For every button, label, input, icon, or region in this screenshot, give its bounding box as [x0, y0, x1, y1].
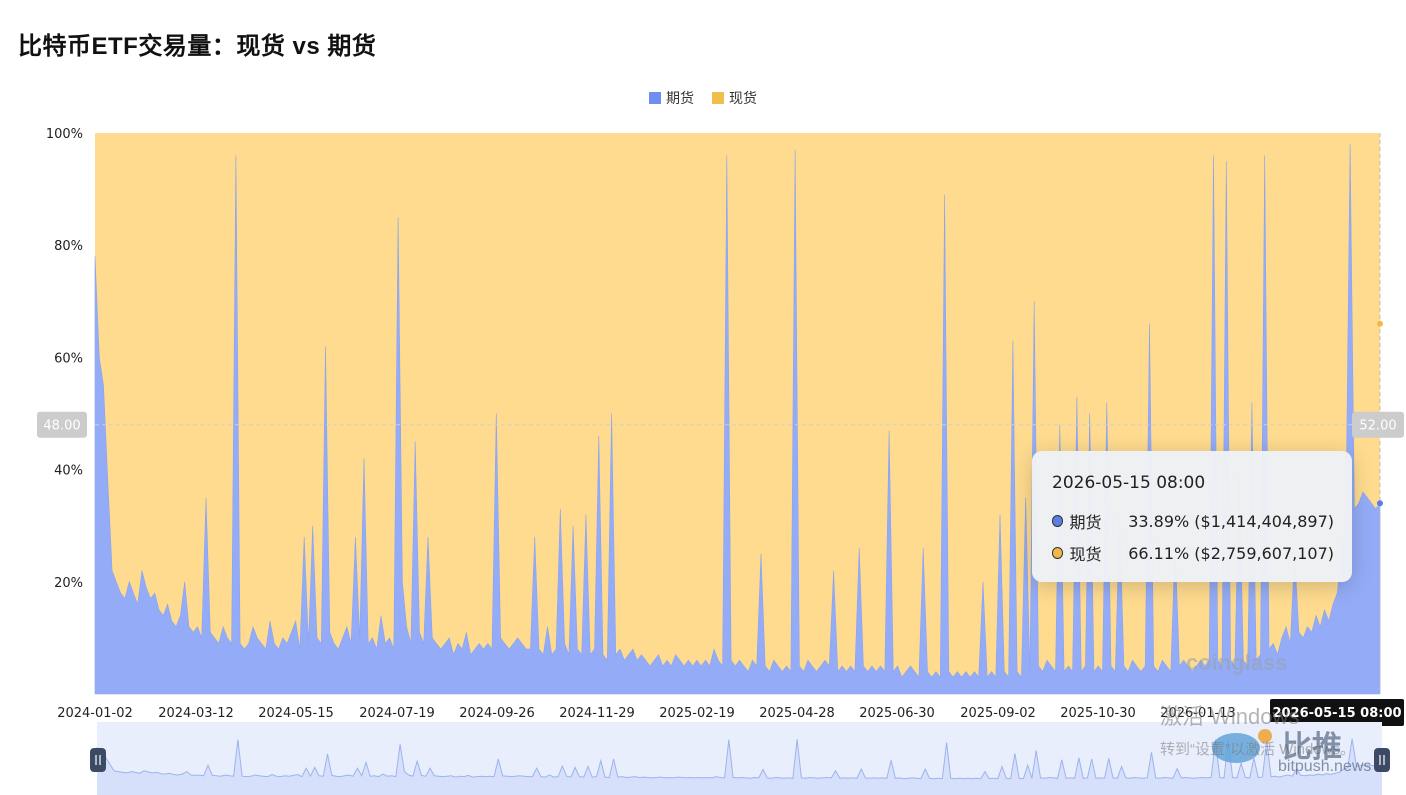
tooltip-value-futures: 33.89% ($1,414,404,897) — [1128, 511, 1334, 531]
tooltip-title: 2026-05-15 08:00 — [1052, 473, 1206, 493]
tooltip-row-futures: 期货 33.89% ($1,414,404,897) — [1052, 509, 1334, 533]
zoom-handle-right[interactable] — [1374, 748, 1390, 772]
x-tick-label: 2024-03-12 — [158, 706, 234, 721]
x-tick-label: 2024-07-19 — [359, 706, 435, 721]
x-tick-label: 2025-04-28 — [759, 706, 835, 721]
tooltip: 2026-05-15 08:00 期货 33.89% ($1,414,404,8… — [1032, 451, 1352, 582]
x-tick-label: 2025-06-30 — [859, 706, 935, 721]
tooltip-dot-futures — [1052, 515, 1064, 527]
x-tick-label: 2024-05-15 — [258, 706, 334, 721]
y-tick-label: 20% — [54, 576, 83, 591]
y-tick-label: 60% — [54, 351, 83, 366]
x-tick-label: 2024-01-02 — [57, 706, 133, 721]
x-tick-label: 2025-09-02 — [960, 706, 1036, 721]
crosshair-left-label: 48.00 — [43, 419, 80, 434]
tooltip-name-futures: 期货 — [1069, 513, 1102, 532]
crosshair-right-label: 52.00 — [1359, 419, 1396, 434]
tooltip-value-spot: 66.11% ($2,759,607,107) — [1128, 543, 1334, 563]
tooltip-row-spot: 现货 66.11% ($2,759,607,107) — [1052, 541, 1334, 565]
x-tick-label: 2024-11-29 — [559, 706, 635, 721]
tooltip-dot-spot — [1052, 547, 1064, 559]
bitpush-url: bitpush.news — [1278, 758, 1372, 775]
x-tick-label: 2024-09-26 — [459, 706, 535, 721]
x-tick-label: 2025-10-30 — [1060, 706, 1136, 721]
y-tick-label: 100% — [46, 127, 83, 142]
highlight-point-spot — [1377, 320, 1383, 327]
windows-activation-watermark: 激活 Windows — [1160, 704, 1300, 729]
zoom-handle-left[interactable] — [90, 748, 106, 772]
tooltip-name-spot: 现货 — [1069, 545, 1102, 564]
coinglass-watermark: coinglass — [1186, 650, 1288, 675]
y-tick-label: 80% — [54, 239, 83, 254]
x-tick-label: 2025-02-19 — [659, 706, 735, 721]
highlight-point-futures — [1377, 500, 1383, 507]
series-area-spot — [95, 133, 1380, 694]
y-tick-label: 40% — [54, 464, 83, 479]
